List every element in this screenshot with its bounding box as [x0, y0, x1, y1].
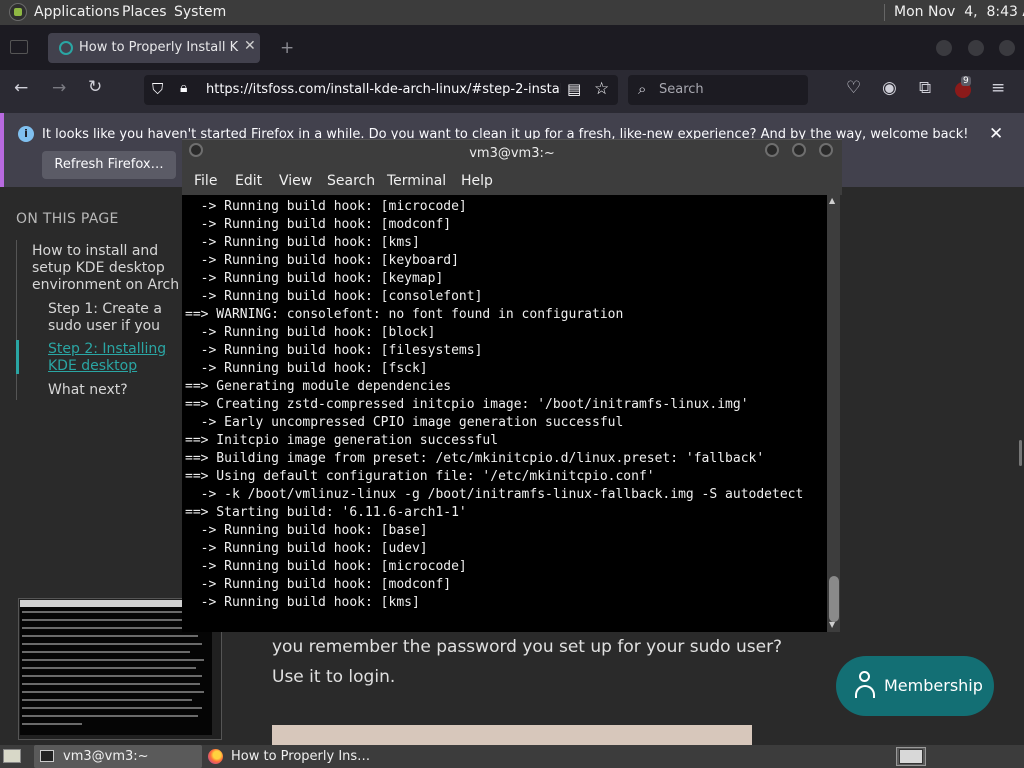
tracking-shield-icon[interactable]: ⛉: [152, 80, 163, 98]
search-bar[interactable]: ⌕ Search: [628, 75, 808, 105]
terminal-maximize-button[interactable]: [792, 143, 806, 157]
terminal-line: -> Running build hook: [kms]: [185, 595, 420, 610]
panel-separator: [884, 4, 885, 21]
terminal-line: -> Early uncompressed CPIO image generat…: [185, 415, 624, 430]
terminal-line: -> Running build hook: [keyboard]: [185, 253, 459, 268]
person-icon: [854, 671, 876, 701]
scroll-up-icon[interactable]: ▲: [829, 196, 835, 205]
close-tab-icon[interactable]: ✕: [244, 38, 256, 54]
info-icon: i: [18, 126, 34, 142]
terminal-line: ==> Creating zstd-compressed initcpio im…: [185, 397, 749, 412]
article-line-2: Use it to login.: [272, 667, 396, 687]
terminal-scrollbar[interactable]: [827, 195, 840, 632]
terminal-line: ==> Starting build: '6.11.6-arch1-1': [185, 505, 467, 520]
taskbar-label-terminal: vm3@vm3:~: [63, 749, 149, 764]
terminal-line: -> Running build hook: [modconf]: [185, 577, 452, 592]
terminal-text: -> Running build hook: [microcode] -> Ru…: [182, 195, 827, 612]
toc-item-install-setup[interactable]: How to install and setup KDE desktop env…: [32, 243, 184, 295]
membership-label: Membership: [884, 676, 983, 695]
new-tab-icon[interactable]: +: [280, 40, 294, 57]
terminal-line: ==> Generating module dependencies: [185, 379, 452, 394]
terminal-line: -> Running build hook: [udev]: [185, 541, 428, 556]
article-line-1: you remember the password you set up for…: [272, 637, 783, 657]
taskbar-label-firefox: How to Properly Ins…: [231, 749, 371, 764]
tab-list-icon[interactable]: [10, 40, 28, 54]
taskbar-item-terminal[interactable]: vm3@vm3:~: [34, 745, 202, 768]
terminal-line: ==> Initcpio image generation successful: [185, 433, 499, 448]
minimize-window-button[interactable]: [936, 40, 952, 56]
search-icon: ⌕: [638, 80, 647, 98]
taskbar-item-firefox[interactable]: How to Properly Ins…: [204, 745, 404, 768]
terminal-menu-file[interactable]: File: [194, 173, 217, 189]
terminal-line: -> Running build hook: [filesystems]: [185, 343, 483, 358]
close-notification-icon[interactable]: ✕: [989, 124, 1003, 144]
menu-applications[interactable]: Applications: [34, 4, 120, 20]
tab-kde-install[interactable]: How to Properly Install KDE ✕: [48, 33, 260, 63]
pocket-icon[interactable]: ♡: [846, 80, 861, 97]
terminal-line: -> Running build hook: [base]: [185, 523, 428, 538]
toc-item-step2[interactable]: Step 2: Installing KDE desktop: [48, 341, 184, 375]
terminal-icon: [40, 750, 54, 762]
menu-places[interactable]: Places: [122, 4, 167, 20]
terminal-close-button[interactable]: [819, 143, 833, 157]
terminal-menu-terminal[interactable]: Terminal: [387, 173, 446, 189]
terminal-menu-view[interactable]: View: [279, 173, 312, 189]
terminal-line: -> Running build hook: [kms]: [185, 235, 420, 250]
terminal-menu-help[interactable]: Help: [461, 173, 493, 189]
terminal-line: -> Running build hook: [block]: [185, 325, 436, 340]
bookmark-star-icon[interactable]: ☆: [594, 79, 609, 99]
back-icon[interactable]: ←: [14, 80, 28, 97]
extensions-icon[interactable]: ⧉: [919, 80, 931, 97]
tab-title: How to Properly Install KDE: [79, 40, 239, 55]
terminal-line: -> Running build hook: [microcode]: [185, 559, 467, 574]
terminal-title: vm3@vm3:~: [469, 146, 555, 161]
terminal-menu-search[interactable]: Search: [327, 173, 375, 189]
maximize-window-button[interactable]: [968, 40, 984, 56]
clock[interactable]: Mon Nov 4, 8:43 AM: [894, 4, 1024, 20]
hamburger-menu-icon[interactable]: ≡: [991, 80, 1005, 97]
terminal-line: -> Running build hook: [modconf]: [185, 217, 452, 232]
terminal-line: ==> WARNING: consolefont: no font found …: [185, 307, 624, 322]
applications-logo-icon[interactable]: [9, 3, 27, 21]
show-desktop-icon[interactable]: [3, 749, 21, 763]
workspace-1-icon[interactable]: [899, 749, 923, 764]
reload-icon[interactable]: ↻: [88, 79, 102, 96]
close-window-button[interactable]: [999, 40, 1015, 56]
extension-badge: 9: [961, 76, 971, 86]
terminal-minimize-button[interactable]: [765, 143, 779, 157]
terminal-line: -> Running build hook: [microcode]: [185, 199, 467, 214]
reader-view-icon[interactable]: ▤: [567, 80, 581, 98]
menu-system[interactable]: System: [174, 4, 226, 20]
toc-active-marker: [16, 340, 19, 374]
url-bar[interactable]: ⛉ 🔒︎ https://itsfoss.com/install-kde-arc…: [144, 75, 618, 105]
terminal-line: -> Running build hook: [fsck]: [185, 361, 428, 376]
toc-item-step1[interactable]: Step 1: Create a sudo user if you have o…: [48, 301, 184, 335]
firefox-icon: [208, 749, 223, 764]
search-placeholder: Search: [659, 82, 704, 97]
forward-icon[interactable]: →: [52, 80, 66, 97]
terminal-menu-edit[interactable]: Edit: [235, 173, 262, 189]
membership-button[interactable]: Membership: [836, 656, 994, 716]
itsfoss-favicon-icon: [59, 41, 73, 55]
refresh-firefox-button[interactable]: Refresh Firefox…: [42, 151, 176, 179]
terminal-line: ==> Using default configuration file: '/…: [185, 469, 655, 484]
terminal-scrollbar-thumb[interactable]: [829, 576, 839, 622]
lock-icon[interactable]: 🔒︎: [180, 80, 187, 96]
terminal-output[interactable]: -> Running build hook: [microcode] -> Ru…: [182, 195, 827, 632]
terminal-line: -> -k /boot/vmlinuz-linux -g /boot/initr…: [185, 487, 804, 502]
terminal-line: -> Running build hook: [consolefont]: [185, 289, 483, 304]
toc-title: ON THIS PAGE: [16, 211, 119, 227]
article-image: [272, 725, 752, 745]
account-icon[interactable]: ◉: [882, 80, 897, 97]
page-scrollbar[interactable]: [1019, 440, 1022, 466]
url-text[interactable]: https://itsfoss.com/install-kde-arch-lin…: [206, 82, 561, 97]
terminal-line: ==> Building image from preset: /etc/mki…: [185, 451, 765, 466]
terminal-line: -> Running build hook: [keymap]: [185, 271, 444, 286]
toc-rail: [16, 240, 17, 400]
